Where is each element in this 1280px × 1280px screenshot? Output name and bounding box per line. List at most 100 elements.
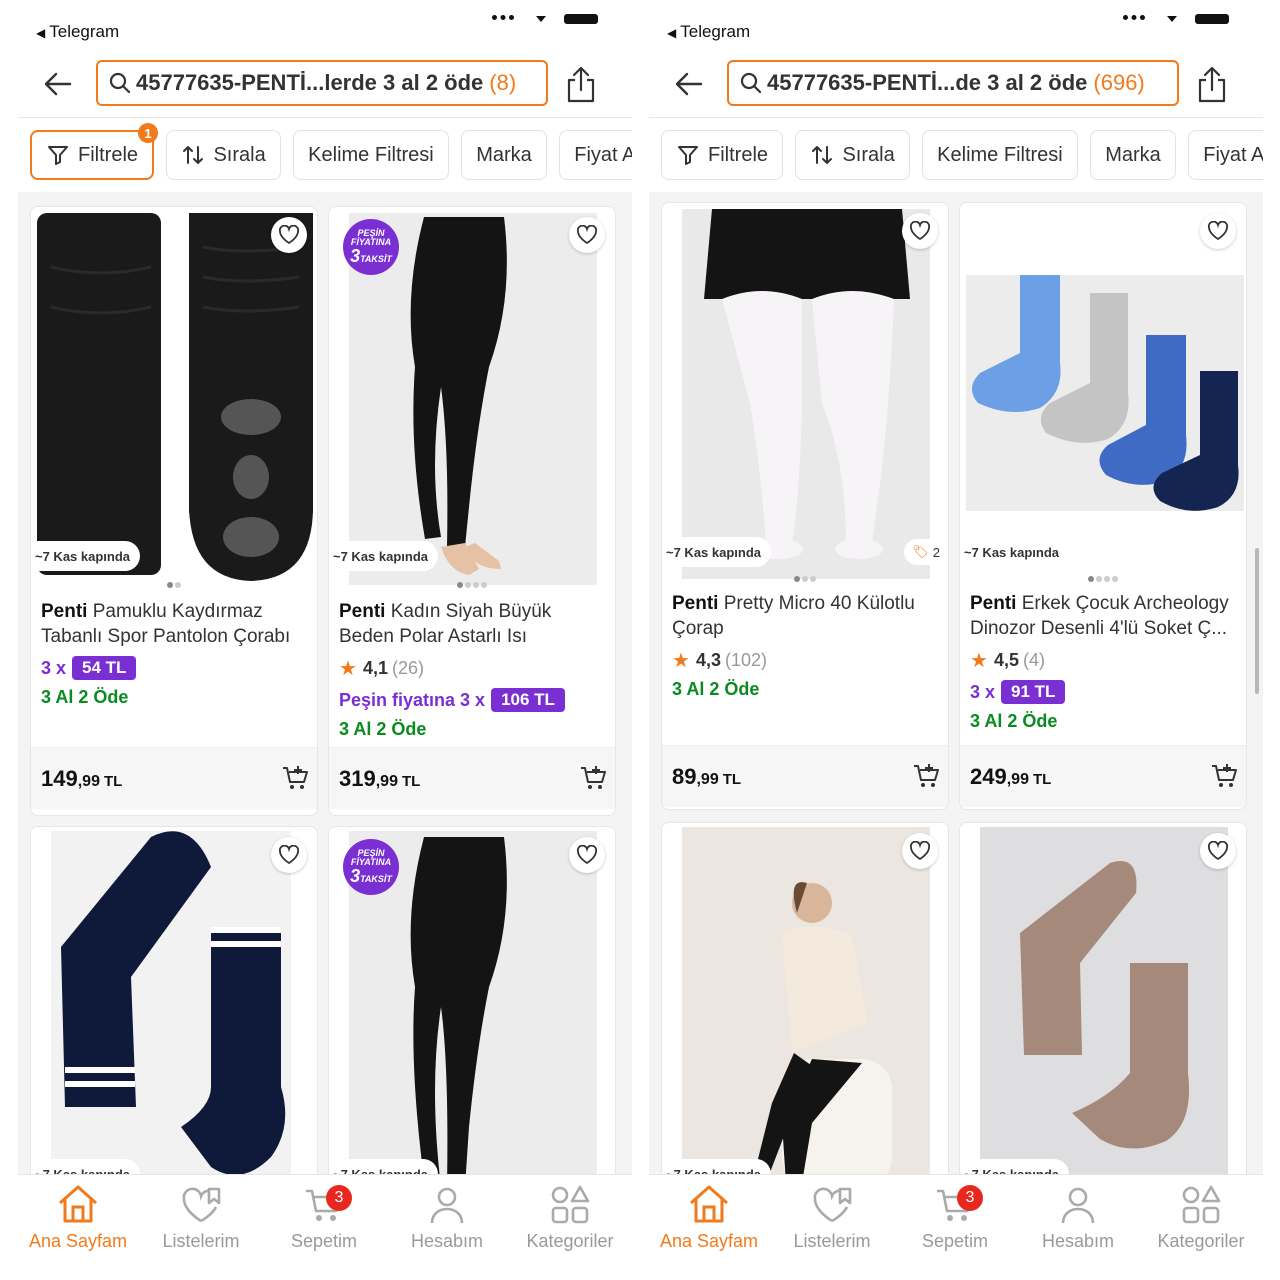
favorite-heart-icon[interactable] — [902, 213, 938, 249]
woman-black-tights-photo — [682, 827, 930, 1174]
dinosaur-socks-photo — [966, 275, 1244, 511]
nav-lists[interactable]: Listelerim — [772, 1183, 892, 1252]
chip-price-range[interactable]: Fiyat Ar — [559, 130, 632, 180]
product-image — [662, 823, 948, 1174]
cart-count-badge: 3 — [957, 1185, 983, 1211]
product-image — [960, 203, 1246, 579]
filter-chips: Filtrele Sırala Kelime Filtresi Marka Fi… — [661, 130, 1263, 182]
product-info: Penti Pamuklu Kaydırmaz Tabanlı Spor Pan… — [41, 599, 307, 708]
product-brand: Penti — [970, 593, 1017, 614]
product-card[interactable]: ~7 Kas kapında Penti Erkek Çocuk Archeol… — [959, 202, 1247, 810]
product-brand: Penti — [672, 593, 719, 614]
product-image — [662, 203, 948, 579]
categories-icon — [551, 1185, 590, 1224]
campaign-label: 3 Al 2 Öde — [672, 679, 760, 699]
nav-home-label: Ana Sayfam — [28, 1231, 128, 1251]
nav-home[interactable]: Ana Sayfam — [649, 1183, 769, 1252]
chip-filter[interactable]: Filtrele 1 — [30, 123, 159, 180]
product-grid: ~7 Kas kapında Penti Pamuklu Kaydırmaz T… — [18, 192, 632, 1174]
tag-icon: 🏷 — [912, 544, 929, 559]
nav-home[interactable]: Ana Sayfam — [18, 1183, 138, 1252]
share-icon[interactable] — [1195, 64, 1229, 104]
back-arrow-icon[interactable] — [671, 66, 707, 102]
sock-photo — [37, 213, 313, 581]
delivery-estimate: ~7 Kas kapında — [662, 1159, 772, 1174]
search-query: 45777635-PENTİ...lerde 3 al 2 öde — [136, 70, 484, 95]
chip-brand[interactable]: Marka — [461, 130, 547, 180]
favorite-heart-icon[interactable] — [271, 217, 307, 253]
status-back-to-telegram[interactable]: ◀ Telegram — [36, 22, 119, 42]
nav-lists[interactable]: Listelerim — [141, 1183, 261, 1252]
share-icon[interactable] — [564, 64, 598, 104]
favorite-heart-icon[interactable] — [569, 217, 605, 253]
delivery-estimate: ~7 Kas kapında — [662, 537, 772, 567]
home-icon — [690, 1185, 728, 1223]
scrollbar[interactable] — [1255, 548, 1259, 694]
battery-icon — [1195, 14, 1229, 24]
product-image — [960, 823, 1246, 1174]
nav-categories[interactable]: Kategoriler — [510, 1183, 630, 1252]
price-bar: 89,99 TL — [662, 745, 948, 807]
nav-cart[interactable]: 3 Sepetim — [895, 1183, 1015, 1252]
chip-keyword-label: Kelime Filtresi — [308, 143, 434, 166]
product-card[interactable]: ~7 Kas kapında — [661, 822, 949, 1174]
collection-tag[interactable]: 🏷 2 — [904, 539, 948, 565]
chip-filter-label: Filtrele — [708, 143, 769, 166]
chip-price-label: Fiyat Ar — [1203, 143, 1263, 166]
product-card[interactable]: PEŞİN FİYATINA 3TAKSİT ~7 Kas kapında Pe… — [328, 206, 616, 816]
product-card[interactable]: ~7 Kas kapında — [959, 822, 1247, 1174]
image-pager-dots — [31, 575, 317, 588]
bottom-nav: Ana Sayfam Listelerim 3 Sepetim Hesabım … — [18, 1174, 632, 1280]
favorite-heart-icon[interactable] — [1200, 833, 1236, 869]
chip-keyword-filter[interactable]: Kelime Filtresi — [922, 130, 1078, 180]
signal-icon — [492, 15, 514, 21]
add-to-cart-icon[interactable] — [281, 764, 309, 792]
favorite-heart-icon[interactable] — [1200, 213, 1236, 249]
installment-amount: 54 TL — [72, 656, 137, 680]
cash-price-installment-badge: PEŞİN FİYATINA 3TAKSİT — [343, 839, 399, 895]
product-card[interactable]: ~7 Kas kapında 🏷 2 Penti Pretty Micro 40 … — [661, 202, 949, 810]
chip-price-range[interactable]: Fiyat Ar — [1188, 130, 1263, 180]
search-input[interactable]: 45777635-PENTİ...de 3 al 2 öde (696) — [727, 60, 1179, 106]
nav-account[interactable]: Hesabım — [1018, 1183, 1138, 1252]
favorite-heart-icon[interactable] — [569, 837, 605, 873]
nav-account[interactable]: Hesabım — [387, 1183, 507, 1252]
search-input[interactable]: 45777635-PENTİ...lerde 3 al 2 öde (8) — [96, 60, 548, 106]
product-brand: Penti — [339, 601, 386, 622]
back-triangle-icon: ◀ — [36, 26, 46, 40]
image-pager-dots — [662, 569, 948, 582]
nav-categories-label: Kategoriler — [1157, 1231, 1245, 1251]
status-back-to-telegram[interactable]: ◀ Telegram — [667, 22, 750, 42]
nav-lists-label: Listelerim — [162, 1231, 240, 1251]
favorite-heart-icon[interactable] — [271, 837, 307, 873]
star-icon: ★ — [339, 657, 357, 680]
back-arrow-icon[interactable] — [40, 66, 76, 102]
chip-sort[interactable]: Sırala — [795, 130, 910, 180]
installment-info: Peşin fiyatına 3 x 106 TL — [339, 687, 605, 713]
add-to-cart-icon[interactable] — [579, 764, 607, 792]
cash-price-installment-badge: PEŞİN FİYATINA 3TAKSİT — [343, 219, 399, 275]
product-card[interactable]: ~7 Kas kapında Penti Pamuklu Kaydırmaz T… — [30, 206, 318, 816]
left-screen: ◀ Telegram 45777635-PENTİ...lerde 3 al 2 … — [18, 0, 632, 1280]
chip-brand[interactable]: Marka — [1090, 130, 1176, 180]
nav-cart[interactable]: 3 Sepetim — [264, 1183, 384, 1252]
product-price: 249,99 TL — [970, 764, 1052, 789]
chip-keyword-filter[interactable]: Kelime Filtresi — [293, 130, 449, 180]
result-count: (696) — [1093, 70, 1145, 95]
product-brand: Penti — [41, 601, 88, 622]
nav-account-label: Hesabım — [410, 1231, 484, 1251]
status-icons — [492, 10, 612, 26]
nav-categories[interactable]: Kategoriler — [1141, 1183, 1261, 1252]
product-card[interactable]: ~7 Kas kapında — [30, 826, 318, 1174]
chip-filter[interactable]: Filtrele — [661, 130, 784, 180]
star-icon: ★ — [672, 649, 690, 672]
add-to-cart-icon[interactable] — [912, 762, 940, 790]
chip-sort[interactable]: Sırala — [166, 130, 281, 180]
favorite-heart-icon[interactable] — [902, 833, 938, 869]
product-card[interactable]: PEŞİN FİYATINA 3TAKSİT ~7 Kas kapında — [328, 826, 616, 1174]
add-to-cart-icon[interactable] — [1210, 762, 1238, 790]
brown-socks-photo — [980, 827, 1228, 1174]
price-bar: 149,99 TL — [31, 747, 317, 809]
product-image — [31, 827, 317, 1174]
product-rating: ★ 4,5 (4) — [970, 649, 1045, 672]
